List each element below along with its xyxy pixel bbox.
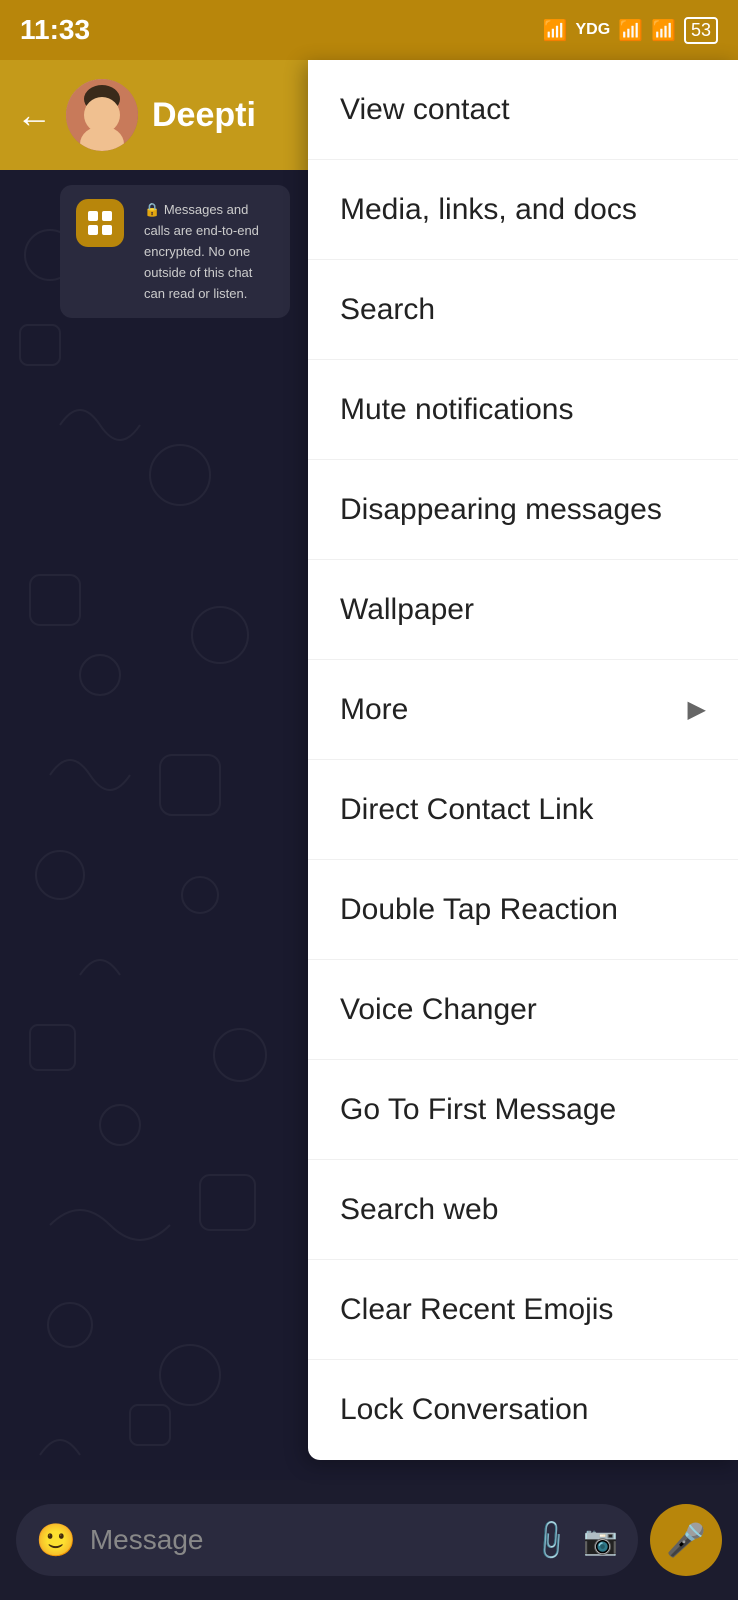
menu-item-clear-recent-emojis[interactable]: Clear Recent Emojis [308, 1260, 738, 1360]
dropdown-menu: View contact Media, links, and docs Search… [308, 60, 738, 1460]
attach-icon[interactable]: 📎 [528, 1516, 576, 1564]
message-placeholder: Message [90, 1524, 520, 1556]
menu-item-mute-notifications[interactable]: Mute notifications [308, 360, 738, 460]
signal-icon: 📶 [618, 18, 643, 43]
chat-background [0, 170, 310, 1480]
mic-button[interactable]: 🎤 [650, 1504, 722, 1576]
menu-item-more[interactable]: More ▶ [308, 660, 738, 760]
security-bubble: 🔒 Messages and calls are end-to-end encr… [60, 185, 290, 318]
menu-item-go-to-first-message[interactable]: Go To First Message [308, 1060, 738, 1160]
mic-icon: 🎤 [666, 1521, 706, 1559]
menu-item-label: Direct Contact Link [340, 793, 593, 827]
input-bar: 🙂 Message 📎 📷 🎤 [0, 1480, 738, 1600]
status-bar: 11:33 📶 YDG 📶 📶 53 [0, 0, 738, 60]
status-time: 11:33 [20, 14, 90, 46]
menu-item-view-contact[interactable]: View contact [308, 60, 738, 160]
wifi-icon: 📶 [543, 18, 568, 43]
camera-icon[interactable]: 📷 [583, 1524, 618, 1557]
back-button[interactable]: ← [16, 94, 52, 136]
signal-icon2: 📶 [651, 18, 676, 43]
message-input-field[interactable]: 🙂 Message 📎 📷 [16, 1504, 638, 1576]
menu-item-label: More [340, 693, 408, 727]
menu-item-label: View contact [340, 93, 510, 127]
menu-item-double-tap-reaction[interactable]: Double Tap Reaction [308, 860, 738, 960]
menu-item-label: Media, links, and docs [340, 193, 637, 227]
menu-item-label: Go To First Message [340, 1093, 616, 1127]
menu-item-search[interactable]: Search [308, 260, 738, 360]
menu-item-disappearing-messages[interactable]: Disappearing messages [308, 460, 738, 560]
emoji-icon[interactable]: 🙂 [36, 1521, 76, 1559]
menu-item-voice-changer[interactable]: Voice Changer [308, 960, 738, 1060]
menu-item-label: Lock Conversation [340, 1393, 588, 1427]
menu-item-wallpaper[interactable]: Wallpaper [308, 560, 738, 660]
data-icon: YDG [575, 21, 610, 39]
menu-item-label: Clear Recent Emojis [340, 1293, 613, 1327]
security-icon [76, 199, 124, 247]
menu-item-search-web[interactable]: Search web [308, 1160, 738, 1260]
menu-item-label: Double Tap Reaction [340, 893, 618, 927]
menu-item-label: Disappearing messages [340, 493, 662, 527]
menu-item-lock-conversation[interactable]: Lock Conversation [308, 1360, 738, 1460]
menu-item-arrow-icon: ▶ [688, 695, 706, 724]
battery-icon: 53 [684, 17, 718, 44]
menu-item-label: Voice Changer [340, 993, 537, 1027]
menu-item-label: Search [340, 293, 435, 327]
menu-item-label: Mute notifications [340, 393, 573, 427]
security-text: 🔒 Messages and calls are end-to-end encr… [144, 199, 274, 304]
avatar[interactable] [66, 79, 138, 151]
avatar-image [66, 79, 138, 151]
menu-item-label: Search web [340, 1193, 498, 1227]
menu-item-media,-links,-and-docs[interactable]: Media, links, and docs [308, 160, 738, 260]
contact-name[interactable]: Deepti [152, 96, 256, 135]
status-icons: 📶 YDG 📶 📶 53 [543, 17, 718, 44]
menu-item-direct-contact-link[interactable]: Direct Contact Link [308, 760, 738, 860]
menu-item-label: Wallpaper [340, 593, 474, 627]
